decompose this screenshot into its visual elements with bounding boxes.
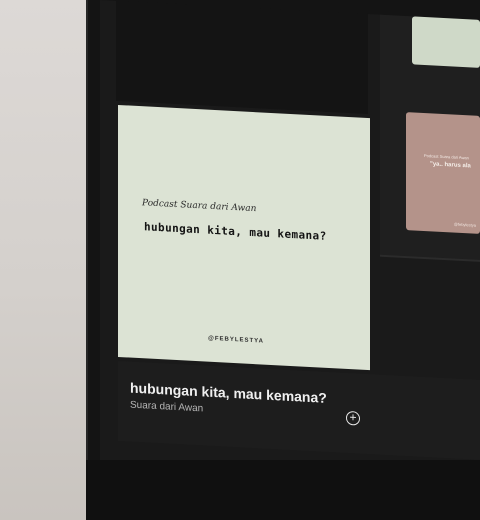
side-card-pretitle: Podcast Suara dari Awan (424, 152, 469, 161)
cover-credit: @FEBYLESTYA (208, 335, 264, 345)
side-card-pink[interactable]: Podcast Suara dari Awan "ya.. harus ala … (406, 112, 480, 234)
side-card-top[interactable] (412, 16, 480, 68)
side-card-quote: "ya.. harus ala (430, 161, 471, 170)
bottom-shadow (86, 460, 480, 520)
screen: Podcast Suara dari Awan "ya.. harus ala … (100, 0, 480, 490)
cover-headline: hubungan kita, mau kemana? (144, 220, 327, 243)
side-card-credit: @febylestya (453, 221, 476, 228)
episode-info: hubungan kita, mau kemana? Suara dari Aw… (118, 360, 480, 460)
top-area (116, 0, 368, 115)
episode-subtitle[interactable]: Suara dari Awan (130, 400, 203, 415)
cover-pretitle: Podcast Suara dari Awan (142, 198, 257, 215)
episode-cover[interactable]: Podcast Suara dari Awan hubungan kita, m… (118, 104, 370, 371)
plus-circle-icon[interactable]: + (346, 410, 360, 426)
